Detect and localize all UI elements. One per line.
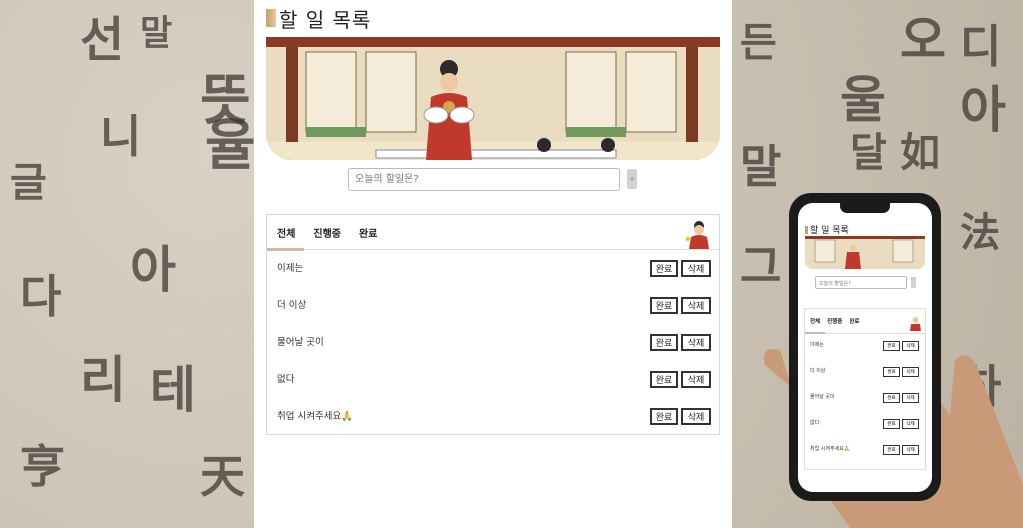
bg-glyph: 오	[900, 10, 946, 69]
mobile-todo-text: 없다	[810, 420, 820, 426]
todo-item: 물어날 곳이 완료 삭제	[267, 326, 719, 363]
mobile-todo-text: 이제는	[810, 342, 824, 348]
bg-glyph: 말	[740, 140, 782, 193]
input-row: +	[348, 167, 638, 191]
mobile-todo-text: 더 이상	[810, 368, 826, 374]
mobile-done-button[interactable]: 완료	[883, 367, 900, 377]
mobile-todo-text: 취업 시켜주세요🙏	[810, 446, 851, 452]
bg-glyph: 테	[150, 360, 196, 419]
bg-glyph: 如	[900, 129, 940, 176]
mobile-todo-input[interactable]: 오늘의 할일은?	[815, 276, 907, 289]
mobile-delete-button[interactable]: 삭제	[902, 419, 919, 429]
mobile-todo-item: 이제는 완료 삭제	[805, 336, 925, 362]
todo-list-card: 전체 진행중 완료 이제는 완료 삭제 더 이상 완료 삭제 물어날 곳이 완료…	[266, 214, 720, 435]
bg-glyph: 亨	[20, 440, 66, 493]
done-button[interactable]: 완료	[650, 297, 678, 314]
bg-glyph: 法	[960, 209, 1000, 256]
mobile-todo-item: 취업 시켜주세요🙏 완료 삭제	[805, 440, 925, 466]
todo-item: 없다 완료 삭제	[267, 363, 719, 400]
mobile-add-button[interactable]	[911, 277, 916, 288]
todo-item: 취업 시켜주세요🙏 완료 삭제	[267, 400, 719, 437]
todo-text: 더 이상	[277, 300, 307, 311]
bg-glyph: 니	[100, 110, 142, 163]
bg-glyph: 말	[140, 13, 173, 54]
mobile-done-button[interactable]: 완료	[883, 419, 900, 429]
done-button[interactable]: 완료	[650, 408, 678, 425]
delete-button[interactable]: 삭제	[681, 260, 711, 277]
bg-glyph: 天	[200, 450, 246, 503]
bg-glyph: 다	[20, 270, 62, 323]
mobile-todo-list-card: 전체 진행중 완료 이제는 완료 삭제 더 이상 완료 삭제 물어날 곳이 완료…	[804, 308, 926, 470]
mobile-screen: 할 일 목록 오늘의 할일은? 전체 진행중 완료 이제는 완료 삭제 더 이상…	[798, 203, 932, 492]
delete-button[interactable]: 삭제	[681, 334, 711, 351]
mobile-done-button[interactable]: 완료	[883, 393, 900, 403]
phone-notch	[840, 203, 890, 213]
hero-banner-image	[266, 37, 720, 160]
mobile-title-row: 할 일 목록	[805, 223, 849, 236]
bg-glyph: 디	[960, 20, 1002, 73]
bg-glyph: 글	[10, 159, 47, 206]
tab-all[interactable]: 전체	[277, 225, 295, 240]
delete-button[interactable]: 삭제	[681, 408, 711, 425]
mobile-title-accent-icon	[805, 225, 808, 234]
bg-glyph: 아	[130, 240, 176, 299]
bg-glyph: 리	[80, 350, 126, 409]
todo-text: 없다	[277, 374, 295, 385]
tab-done[interactable]: 완료	[359, 225, 377, 240]
king-avatar-icon	[686, 221, 709, 249]
todo-text: 물어날 곳이	[277, 337, 324, 348]
mobile-delete-button[interactable]: 삭제	[902, 341, 919, 351]
mobile-tab-done[interactable]: 완료	[849, 317, 859, 325]
mobile-todo-item: 없다 완료 삭제	[805, 414, 925, 440]
mobile-todo-text: 물어날 곳이	[810, 394, 835, 400]
mobile-delete-button[interactable]: 삭제	[902, 445, 919, 455]
title-row: 할 일 목록	[266, 4, 371, 32]
mobile-delete-button[interactable]: 삭제	[902, 393, 919, 403]
mobile-active-tab-indicator	[805, 332, 825, 334]
mobile-todo-item: 물어날 곳이 완료 삭제	[805, 388, 925, 414]
delete-button[interactable]: 삭제	[681, 371, 711, 388]
mobile-king-avatar-icon	[910, 317, 921, 331]
todo-text: 이제는	[277, 263, 304, 274]
mobile-phone-mockup: 할 일 목록 오늘의 할일은? 전체 진행중 완료 이제는 완료 삭제 더 이상…	[789, 193, 941, 501]
add-todo-button[interactable]: +	[627, 169, 637, 189]
palace-illustration	[266, 37, 720, 160]
mobile-filter-tabs: 전체 진행중 완료	[805, 309, 925, 334]
mobile-todo-item: 더 이상 완료 삭제	[805, 362, 925, 388]
mobile-done-button[interactable]: 완료	[883, 445, 900, 455]
todo-app-panel: 할 일 목록 +	[254, 0, 732, 528]
todo-input[interactable]	[348, 167, 620, 191]
mobile-tab-in-progress[interactable]: 진행중	[827, 317, 842, 325]
delete-button[interactable]: 삭제	[681, 297, 711, 314]
todo-item: 이제는 완료 삭제	[267, 252, 719, 289]
active-tab-indicator	[267, 248, 304, 251]
done-button[interactable]: 완료	[650, 371, 678, 388]
page-title: 할 일 목록	[279, 7, 372, 32]
title-accent-icon	[266, 9, 276, 27]
done-button[interactable]: 완료	[650, 334, 678, 351]
done-button[interactable]: 완료	[650, 260, 678, 277]
todo-item: 더 이상 완료 삭제	[267, 289, 719, 326]
mobile-delete-button[interactable]: 삭제	[902, 367, 919, 377]
bg-glyph: 아	[960, 80, 1006, 139]
bg-glyph: 율	[205, 112, 256, 177]
mobile-done-button[interactable]: 완료	[883, 341, 900, 351]
mobile-tab-all[interactable]: 전체	[810, 317, 820, 325]
bg-glyph: 든	[740, 19, 777, 66]
mobile-page-title: 할 일 목록	[810, 226, 849, 236]
todo-text: 취업 시켜주세요🙏	[277, 411, 354, 422]
bg-glyph: 달	[850, 129, 887, 176]
bg-glyph: 그	[740, 240, 782, 293]
bg-glyph: 선	[80, 12, 125, 68]
mobile-palace-illustration	[805, 236, 925, 269]
mobile-hero-image	[805, 236, 925, 269]
filter-tabs: 전체 진행중 완료	[267, 215, 719, 251]
tab-in-progress[interactable]: 진행중	[313, 225, 341, 240]
